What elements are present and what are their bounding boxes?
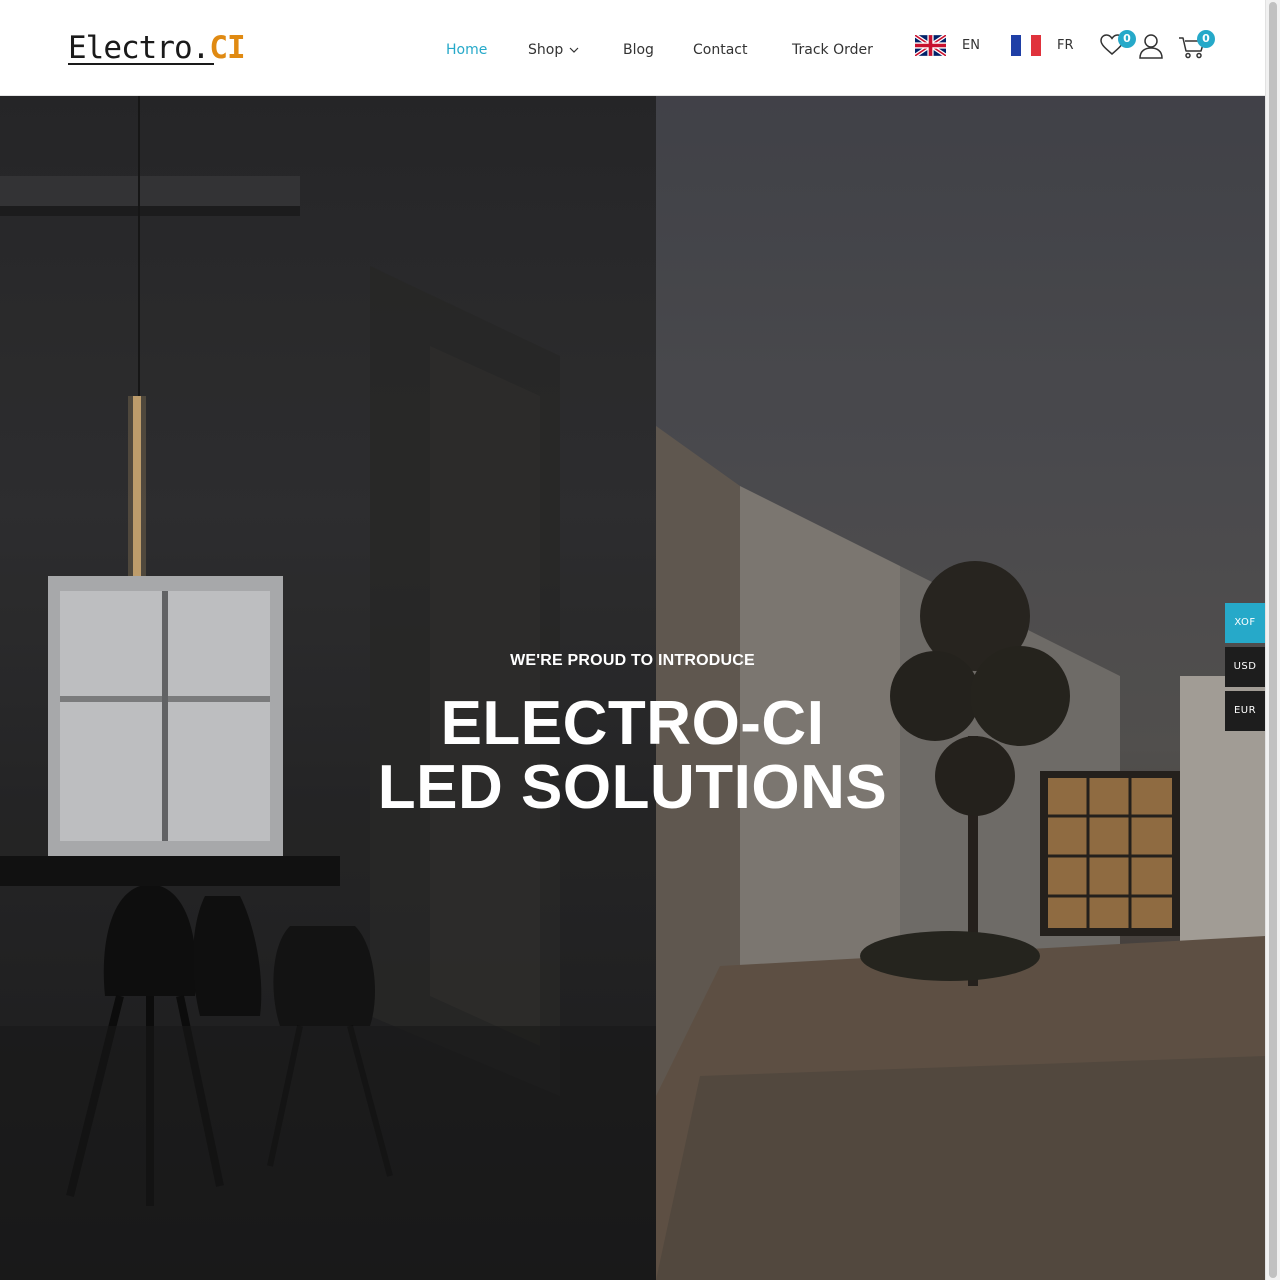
logo-wordmark: Electro.CI bbox=[68, 30, 246, 66]
account-button[interactable] bbox=[1138, 32, 1166, 62]
nav-contact[interactable]: Contact bbox=[693, 38, 747, 62]
language-en-label: EN bbox=[962, 37, 980, 53]
user-icon bbox=[1139, 34, 1163, 59]
logo-underline bbox=[68, 63, 214, 65]
chevron-down-icon bbox=[569, 47, 579, 53]
language-en[interactable]: EN bbox=[915, 32, 980, 58]
wishlist-button[interactable]: 0 bbox=[1099, 30, 1136, 62]
france-flag-icon bbox=[1011, 34, 1041, 56]
nav-shop[interactable]: Shop bbox=[528, 38, 579, 62]
electro-ci-logo[interactable]: Electro.CI bbox=[68, 30, 246, 70]
language-fr-label: FR bbox=[1057, 37, 1074, 53]
currency-eur[interactable]: EUR bbox=[1225, 691, 1265, 731]
currency-xof[interactable]: XOF bbox=[1225, 603, 1265, 643]
scrollbar-thumb[interactable] bbox=[1269, 2, 1277, 1278]
currency-switcher: XOF USD EUR bbox=[1225, 603, 1265, 735]
hero-overline: WE'RE PROUD TO INTRODUCE bbox=[510, 652, 755, 669]
cart-button[interactable]: 0 bbox=[1178, 30, 1215, 62]
hero-title: ELECTRO-CI LED SOLUTIONS bbox=[0, 692, 1265, 820]
wishlist-count-badge: 0 bbox=[1118, 30, 1136, 48]
hero-scene-illustration bbox=[0, 96, 1265, 1280]
hero-title-line-1: ELECTRO-CI bbox=[440, 689, 825, 758]
currency-usd[interactable]: USD bbox=[1225, 647, 1265, 687]
nav-shop-label: Shop bbox=[528, 42, 564, 58]
page-scrollbar[interactable] bbox=[1265, 0, 1280, 1280]
nav-blog[interactable]: Blog bbox=[623, 38, 654, 62]
nav-track-order[interactable]: Track Order bbox=[792, 38, 873, 62]
site-header: Electro.CI Home Shop Blog Contact Track … bbox=[0, 0, 1265, 96]
hero-title-line-2: LED SOLUTIONS bbox=[377, 753, 888, 822]
cart-count-badge: 0 bbox=[1197, 30, 1215, 48]
language-fr[interactable]: FR bbox=[1011, 32, 1074, 58]
nav-home[interactable]: Home bbox=[446, 38, 487, 62]
hero-banner: WE'RE PROUD TO INTRODUCE ELECTRO-CI LED … bbox=[0, 96, 1265, 1280]
uk-flag-icon bbox=[915, 34, 946, 56]
